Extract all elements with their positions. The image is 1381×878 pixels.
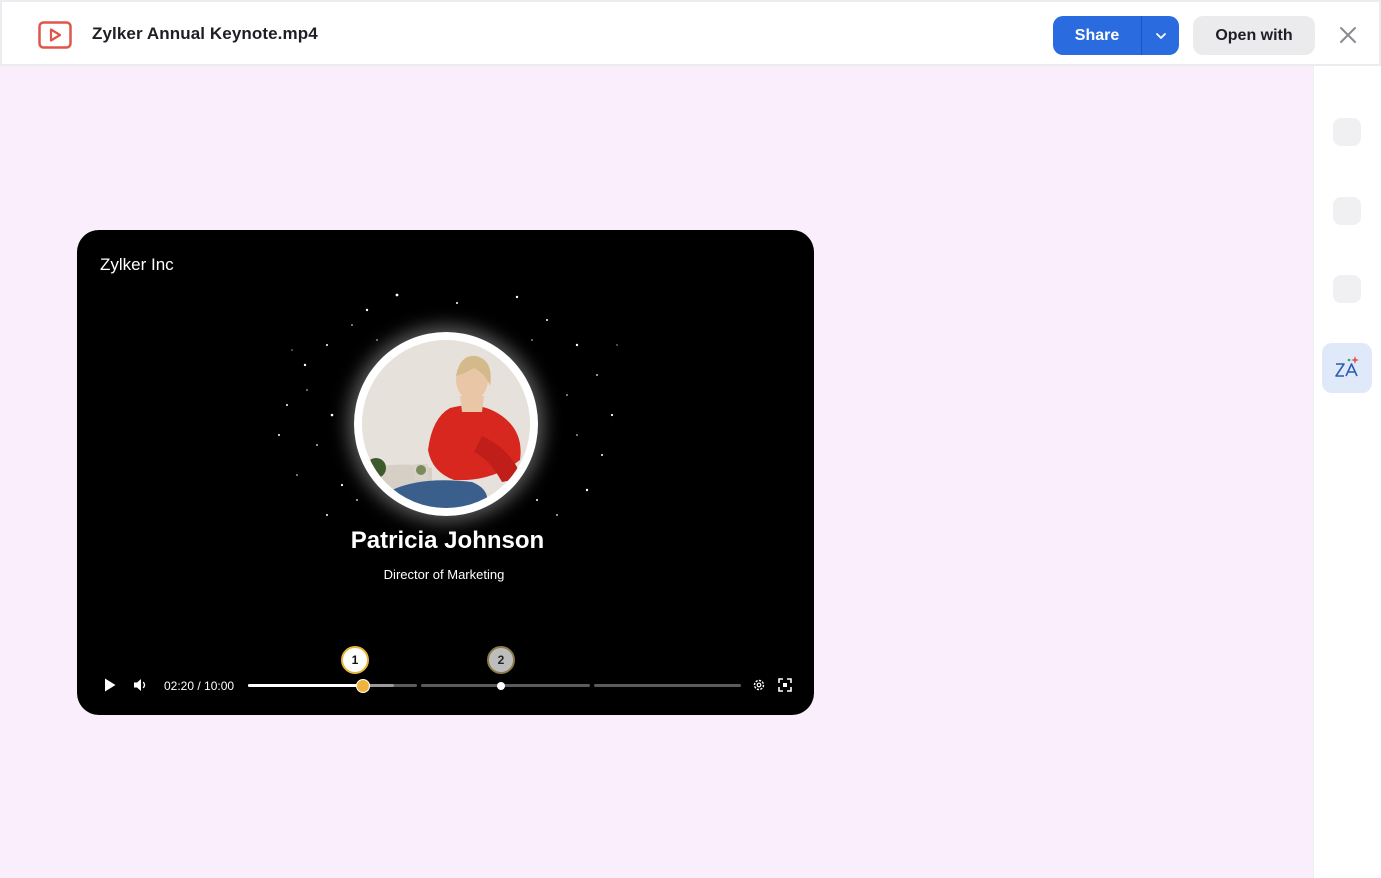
file-title: Zylker Annual Keynote.mp4 [92, 24, 318, 43]
close-icon[interactable] [1336, 23, 1360, 47]
video-brand: Zylker Inc [100, 255, 174, 274]
share-button-group: Share [1053, 16, 1179, 55]
speaker-title: Director of Marketing [383, 567, 505, 582]
player-controls: 02:20 / 10:00 [77, 670, 814, 700]
chapter-dot[interactable] [497, 682, 505, 690]
sidebar-item-ai[interactable] [1322, 343, 1372, 393]
speaker-avatar [362, 340, 530, 508]
sidebar-item-2[interactable] [1333, 197, 1361, 225]
play-icon[interactable] [103, 677, 117, 693]
progress-thumb[interactable] [355, 679, 370, 693]
volume-icon[interactable] [133, 678, 149, 692]
time-display: 02:20 / 10:00 [164, 679, 235, 693]
chapter-marker-1[interactable]: 1 [341, 646, 369, 674]
top-bar: Zylker Annual Keynote.mp4 Share Open wit… [0, 0, 1381, 66]
video-player[interactable]: Zylker Inc Patricia Johnson Director of … [77, 230, 814, 715]
speaker-avatar-ring [354, 332, 538, 516]
right-sidebar [1313, 66, 1381, 878]
fullscreen-icon[interactable] [778, 678, 792, 692]
chapter-marker-2[interactable]: 2 [487, 646, 515, 674]
settings-gear-icon[interactable] [752, 678, 766, 692]
video-file-icon [38, 21, 72, 49]
open-with-button[interactable]: Open with [1193, 16, 1315, 55]
sidebar-item-1[interactable] [1333, 118, 1361, 146]
chevron-down-icon [1155, 32, 1166, 39]
speaker-name: Patricia Johnson [350, 527, 545, 554]
ai-translate-icon [1335, 356, 1359, 377]
progress-segment[interactable] [421, 684, 590, 687]
played-bar [248, 684, 363, 687]
progress-segment[interactable] [594, 684, 741, 687]
share-button[interactable]: Share [1053, 16, 1141, 55]
share-dropdown-button[interactable] [1142, 16, 1179, 55]
sidebar-item-3[interactable] [1333, 275, 1361, 303]
